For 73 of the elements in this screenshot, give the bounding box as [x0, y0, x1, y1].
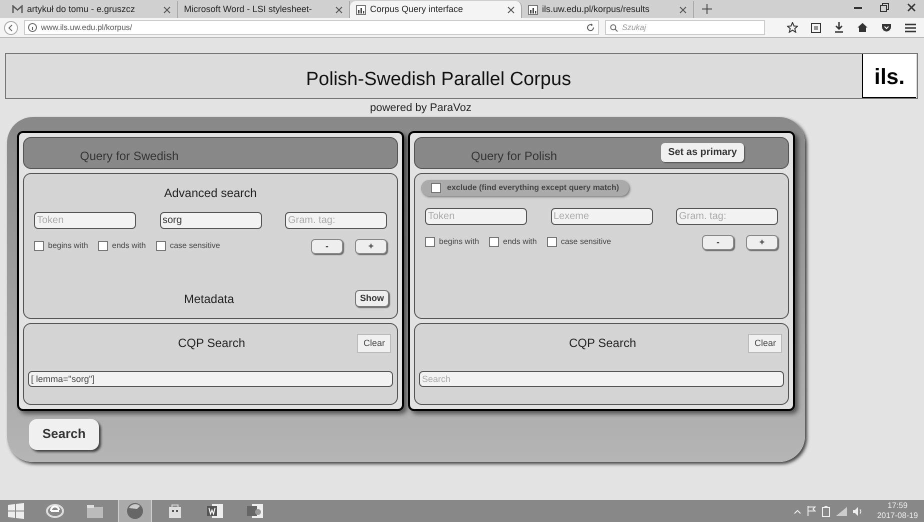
- page-title: Polish-Swedish Parallel Corpus: [306, 68, 572, 92]
- browser-tab[interactable]: Corpus Query interface: [350, 1, 522, 18]
- text-field[interactable]: Token: [425, 208, 527, 224]
- checkbox[interactable]: [34, 241, 44, 251]
- mail-icon: [12, 5, 23, 14]
- panel-title: Query for Polish: [471, 148, 558, 164]
- new-tab-icon[interactable]: [702, 4, 712, 14]
- subtitle: powered by ParaVoz: [370, 101, 472, 116]
- text-field[interactable]: Gram. tag:: [676, 208, 778, 224]
- remove-row-button[interactable]: -: [311, 238, 343, 254]
- globe-icon: [126, 502, 144, 520]
- search-button[interactable]: Search: [29, 418, 99, 450]
- section-title: CQP Search: [178, 335, 246, 352]
- document-icon: [206, 502, 224, 520]
- chart-icon: [356, 4, 366, 14]
- windows-logo-icon[interactable]: [8, 503, 24, 519]
- back-icon[interactable]: [4, 20, 18, 34]
- restore-icon[interactable]: [880, 3, 889, 12]
- close-icon[interactable]: [163, 6, 171, 14]
- metadata-label: Metadata: [184, 290, 234, 308]
- taskbar-app[interactable]: [118, 500, 152, 522]
- info-icon: [28, 23, 37, 32]
- checkbox[interactable]: [98, 241, 108, 251]
- section-title: CQP Search: [569, 335, 636, 352]
- clear-button[interactable]: Clear: [748, 334, 782, 353]
- show-button[interactable]: Show: [355, 290, 389, 308]
- reload-icon[interactable]: [586, 23, 595, 32]
- close-icon[interactable]: [335, 6, 343, 14]
- checkbox[interactable]: [156, 241, 166, 251]
- section-title: Advanced search: [164, 184, 257, 202]
- checkbox[interactable]: [546, 237, 557, 247]
- clear-button[interactable]: Clear: [357, 334, 391, 353]
- cqp-query-field[interactable]: [ lemma="sorg"]: [28, 371, 393, 387]
- checkbox-label: case sensitive: [170, 240, 220, 252]
- set-primary-button[interactable]: Set as primary: [661, 143, 744, 162]
- battery-icon[interactable]: [822, 506, 830, 516]
- close-icon[interactable]: [507, 6, 515, 14]
- flag-icon[interactable]: [807, 506, 816, 516]
- pocket-icon[interactable]: [881, 22, 892, 32]
- search-icon: [610, 24, 618, 32]
- checkbox-label: begins with: [439, 236, 480, 248]
- download-icon[interactable]: [834, 22, 844, 33]
- remove-row-button[interactable]: -: [702, 234, 734, 250]
- speaker-icon[interactable]: [853, 506, 864, 516]
- checkbox[interactable]: [425, 237, 435, 247]
- checkbox[interactable]: [489, 237, 500, 247]
- add-row-button[interactable]: +: [355, 238, 387, 254]
- slides-icon: [246, 502, 264, 520]
- panel-title: Query for Swedish: [80, 148, 179, 164]
- star-icon[interactable]: [787, 22, 798, 33]
- logo: ils.: [862, 54, 916, 98]
- bag-icon: [168, 503, 182, 519]
- text-field[interactable]: Gram. tag:: [285, 212, 387, 228]
- close-icon[interactable]: [907, 3, 916, 12]
- checkbox-label: ends with: [503, 236, 537, 248]
- text-field[interactable]: sorg: [160, 212, 262, 228]
- checkbox-label: case sensitive: [560, 236, 612, 248]
- close-icon[interactable]: [679, 6, 687, 14]
- checkbox-label: ends with: [112, 240, 146, 252]
- chevron-up-icon[interactable]: [794, 508, 802, 514]
- menu-icon[interactable]: [905, 22, 916, 32]
- exclude-toggle[interactable]: exclude (find everything except query match): [421, 180, 630, 196]
- add-row-button[interactable]: +: [746, 234, 778, 250]
- address-field[interactable]: www.ils.uw.edu.pl/korpus/: [24, 20, 599, 35]
- chart-icon: [528, 4, 538, 14]
- checkbox[interactable]: [431, 182, 441, 192]
- text-field[interactable]: Token: [34, 212, 136, 228]
- clipboard-icon[interactable]: [811, 22, 821, 33]
- home-icon[interactable]: [857, 22, 868, 33]
- checkbox-label: begins with: [48, 240, 88, 252]
- cqp-query-field[interactable]: Search: [419, 371, 784, 387]
- folder-icon: [86, 504, 104, 518]
- text-field[interactable]: Lexeme: [550, 208, 652, 224]
